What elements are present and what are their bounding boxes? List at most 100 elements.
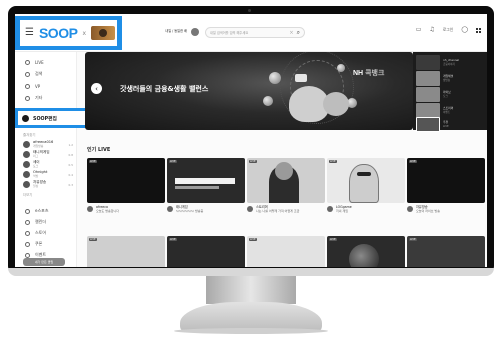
etc-icon — [25, 95, 30, 101]
thumbnail — [416, 71, 440, 86]
monitor-stand-neck — [206, 276, 296, 304]
live-badge: LIVE — [409, 238, 417, 241]
sidebar: LIVE 검색 VP 기타 SOOP편집 4K 즐겨찾기 afreeca016게… — [15, 52, 97, 267]
chevron-left-icon[interactable]: ‹ — [91, 83, 102, 94]
thumbnail — [416, 87, 440, 102]
store-icon — [25, 230, 30, 236]
featured-live-item[interactable]: 게임채널 생방송 — [416, 70, 484, 87]
my-clips-button[interactable]: 내가 만든 클립 — [23, 258, 65, 266]
sidebar-item-esports[interactable]: e스포츠 — [25, 207, 49, 215]
hero-brand-suffix: 콕뱅크 — [365, 70, 385, 77]
sidebar-item-label: 기타 — [35, 95, 43, 100]
favorite-channel[interactable]: 세이 토크 0.5 — [23, 160, 73, 169]
live-sub: 생방송 — [443, 78, 451, 82]
stream-title: 오늘의 라이브 방송 — [416, 208, 440, 213]
show-more-link[interactable]: 더보기 — [23, 192, 32, 197]
thumbnail: LIVE — [327, 236, 405, 267]
search-icon[interactable]: ⌕ — [297, 29, 300, 37]
stream-title: ﾍﾍﾍﾍﾍﾍﾍﾍﾍﾍﾍﾍ 방송중 — [176, 208, 204, 213]
sidebar-item-label: 캘린더 — [35, 219, 47, 224]
broadcast-icon[interactable]: ▭ — [416, 27, 422, 33]
event-icon — [25, 252, 30, 258]
sidebar-item-calendar[interactable]: 캘린더 — [25, 218, 46, 226]
sidebar-item-vp[interactable]: VP — [25, 82, 40, 90]
live-badge: LIVE — [169, 238, 177, 241]
search-icon — [25, 71, 30, 77]
calendar-icon — [25, 219, 30, 225]
favorite-channel[interactable]: 태니의게임 리그 0.8 — [23, 150, 73, 159]
live-title: 스트리머 — [443, 106, 454, 111]
live-sub: 토크 — [443, 94, 448, 98]
promo-text: 내일 / 동일한 배 — [165, 29, 187, 34]
avatar — [167, 206, 173, 212]
promo-banner[interactable]: 내일 / 동일한 배 — [165, 28, 199, 36]
thumbnail: LIVE — [407, 236, 485, 267]
live-card[interactable]: LIVE 태니게임 ﾍﾍﾍﾍﾍﾍﾍﾍﾍﾍﾍﾍ 방송중 — [167, 158, 245, 213]
monitor-chin — [8, 268, 494, 276]
live-card[interactable]: LIVE — [247, 236, 325, 267]
featured-live-item[interactable]: 라이브 토크 — [416, 86, 484, 103]
vp-icon — [25, 83, 30, 89]
sidebar-item-coupon[interactable]: 쿠폰 — [25, 240, 42, 248]
section-title: 인기 LIVE — [87, 147, 111, 153]
login-button[interactable]: 로그인 — [443, 27, 453, 33]
stream-title: 오늘도 방송합니다 — [96, 208, 120, 213]
soop-icon — [22, 114, 29, 122]
viewer-count: 0.3 — [68, 182, 73, 187]
profile-icon[interactable]: ◯ — [461, 27, 468, 33]
live-card[interactable]: LIVE — [167, 236, 245, 267]
sidebar-item-live[interactable]: LIVE — [25, 58, 44, 66]
search-input[interactable]: 내일 검색어를 입력 해주세요 × ⌕ — [205, 27, 305, 38]
thumbnail — [416, 117, 440, 132]
favorite-channel[interactable]: afreeca016 게임방송 1.2 — [23, 140, 73, 149]
hero-brand-main: NH — [353, 70, 364, 77]
live-title: 게임채널 — [443, 74, 454, 79]
live-card[interactable]: LIVE afreeca 오늘도 방송합니다 — [87, 158, 165, 213]
soop-logo[interactable]: SOOP — [39, 25, 78, 41]
notification-icon[interactable]: ♫ — [429, 27, 434, 33]
hero-mascot — [323, 92, 349, 116]
channel-desc: 토크 — [33, 163, 39, 168]
top-bar: ☰ SOOP x 내일 / 동일한 배 내일 검색어를 입력 해주세요 × ⌕ … — [15, 14, 487, 52]
sidebar-item-etc[interactable]: 기타 — [25, 94, 42, 102]
monitor-stand-shadow — [174, 328, 328, 334]
live-card[interactable]: LIVE — [407, 236, 485, 267]
viewer-count: 0.5 — [68, 162, 73, 167]
avatar — [327, 206, 333, 212]
channel-desc: 게임방송 — [33, 143, 44, 148]
thumbnail: LIVE — [407, 158, 485, 203]
logo-area[interactable]: ☰ SOOP x — [20, 20, 117, 46]
live-badge: LIVE — [169, 160, 177, 163]
favorite-channel[interactable]: Ohnight 먹방 0.4 — [23, 170, 73, 179]
avatar — [23, 171, 30, 178]
promo-avatar-icon — [191, 28, 199, 36]
avatar — [23, 141, 30, 148]
live-badge: LIVE — [89, 238, 97, 241]
live-card[interactable]: LIVE — [327, 236, 405, 267]
hero-banner[interactable]: ‹ 갓생러들의 금융&생활 밸런스 NH 콕뱅크 — [85, 52, 413, 130]
collab-badge-icon — [91, 26, 115, 40]
sidebar-item-store[interactable]: 스토어 — [25, 229, 46, 237]
hero-orb — [337, 64, 345, 72]
logo-separator: x — [82, 29, 86, 37]
live-card[interactable]: LIVE — [87, 236, 165, 267]
featured-live-item[interactable]: nh_channel 금융이야기 — [416, 54, 484, 71]
viewer-count: 1.2 — [68, 142, 73, 147]
clear-icon[interactable]: × — [289, 30, 293, 36]
live-card[interactable]: LIVE LOGgame 저녁 게임 — [327, 158, 405, 213]
channel-desc: 먹방 — [33, 173, 39, 178]
live-badge: LIVE — [249, 238, 257, 241]
live-card[interactable]: LIVE 자유방송 오늘의 라이브 방송 — [407, 158, 485, 213]
avatar — [87, 206, 93, 212]
apps-grid-icon[interactable] — [476, 27, 481, 33]
live-card[interactable]: LIVE 스트리머 나는 나를 어떻게 가져 어렵게 조금 — [247, 158, 325, 213]
live-badge: LIVE — [409, 160, 417, 163]
thumbnail: LIVE — [247, 158, 325, 203]
sidebar-item-soop-edit[interactable]: SOOP편집 4K — [18, 111, 94, 125]
thumbnail: LIVE — [167, 236, 245, 267]
favorite-channel[interactable]: 자유방송 일상 0.3 — [23, 180, 73, 189]
featured-live-item-selected[interactable]: 추천 LIVE — [416, 116, 484, 133]
sidebar-item-search[interactable]: 검색 — [25, 70, 42, 78]
top-actions: ▭ ♫ 로그인 ◯ — [416, 27, 481, 33]
menu-icon[interactable]: ☰ — [25, 28, 34, 38]
